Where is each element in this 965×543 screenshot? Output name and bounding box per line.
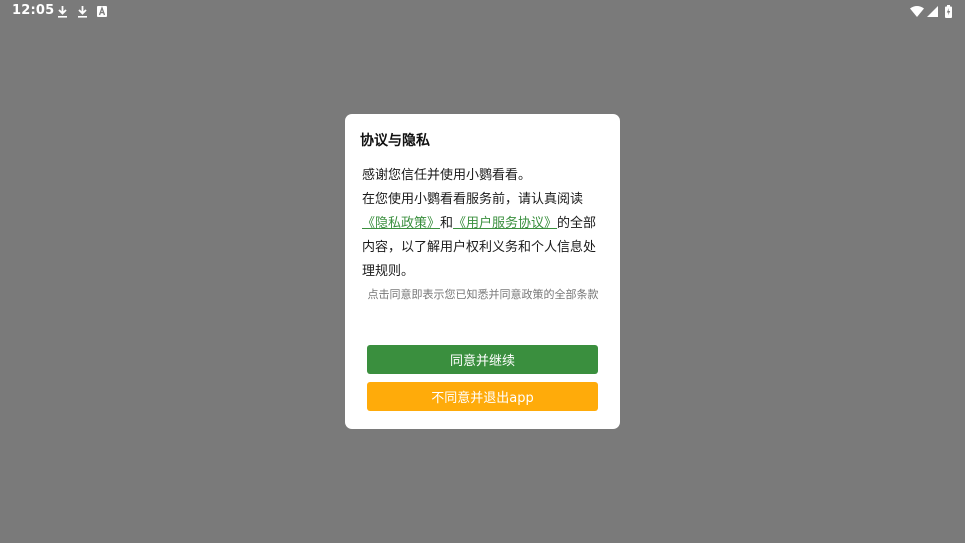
disagree-exit-button[interactable]: 不同意并退出app — [367, 382, 598, 411]
wifi-icon — [910, 3, 924, 19]
user-agreement-link[interactable]: 《用户服务协议》 — [453, 216, 557, 231]
download-icon — [76, 3, 88, 19]
battery-charging-icon — [944, 3, 953, 19]
policy-prefix-text: 在您使用小鹦看看服务前，请认真阅读 — [362, 192, 584, 207]
agree-continue-button[interactable]: 同意并继续 — [367, 345, 598, 374]
privacy-policy-link[interactable]: 《隐私政策》 — [362, 216, 440, 231]
status-bar: 12:05 — [0, 0, 965, 24]
font-a-icon — [96, 3, 108, 19]
cell-signal-icon — [926, 3, 938, 19]
policy-paragraph: 在您使用小鹦看看服务前，请认真阅读《隐私政策》和《用户服务协议》的全部内容，以了… — [362, 188, 606, 284]
dialog-body: 感谢您信任并使用小鹦看看。 在您使用小鹦看看服务前，请认真阅读《隐私政策》和《用… — [362, 164, 606, 284]
consent-note: 点击同意即表示您已知悉并同意政策的全部条款 — [367, 288, 599, 301]
status-time: 12:05 — [12, 3, 55, 18]
dialog-title: 协议与隐私 — [360, 133, 430, 149]
privacy-dialog: 协议与隐私 感谢您信任并使用小鹦看看。 在您使用小鹦看看服务前，请认真阅读《隐私… — [345, 114, 620, 429]
and-text: 和 — [440, 216, 454, 231]
download-icon — [56, 3, 68, 19]
welcome-text: 感谢您信任并使用小鹦看看。 — [362, 168, 532, 183]
